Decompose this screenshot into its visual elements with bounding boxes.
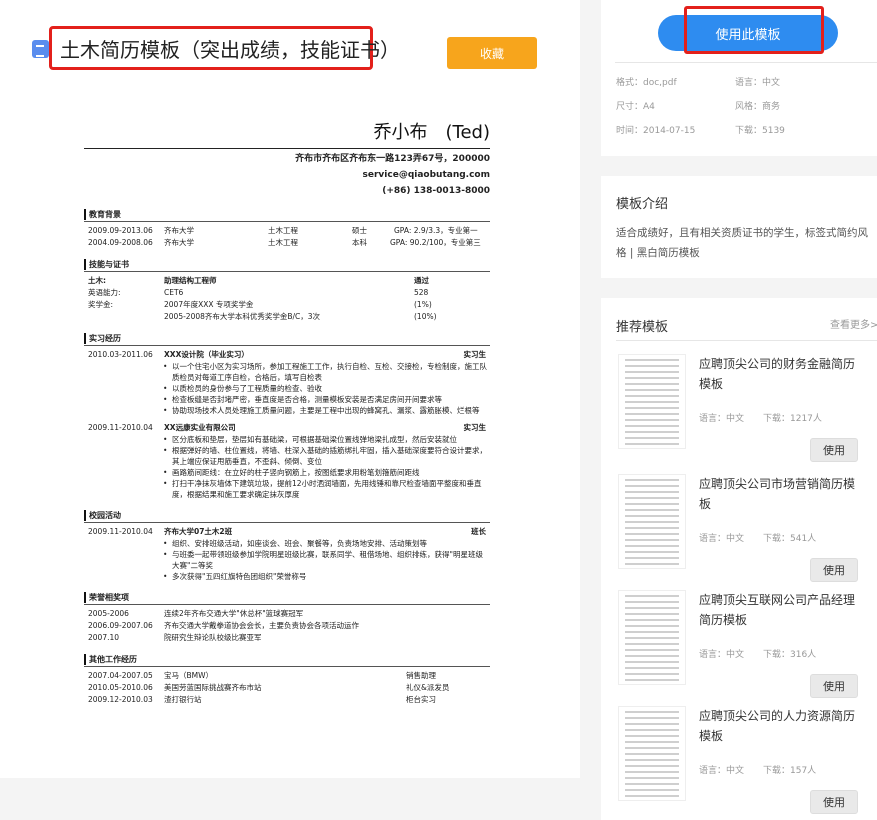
resume-preview: 乔小布 (Ted) 齐布市齐布区齐布东一路123弄67号，200000 serv… — [84, 118, 490, 706]
list-item: 画路筋间距线：在立好的柱子竖向钢筋上，按图纸要求用粉笔划箍筋间距线 — [163, 467, 490, 478]
template-info-card: 使用此模板 格式：doc,pdf 语言：中文 尺寸：A4 风格：商务 时间：20… — [601, 0, 877, 156]
template-thumbnail[interactable] — [618, 590, 686, 685]
recommend-item-title[interactable]: 应聘顶尖公司的人力资源简历模板 — [699, 706, 859, 746]
campus-section: 校园活动 2009.11-2010.04 齐布大学07土木2班 班长 组织、安排… — [84, 510, 490, 582]
recommend-item-language: 语言：中文 — [699, 766, 745, 776]
divider — [84, 148, 490, 149]
resume-address: 齐布市齐布区齐布东一路123弄67号，200000 — [295, 154, 490, 164]
recommend-item-downloads: 下载：316人 — [763, 650, 817, 660]
button-highlight-box — [684, 6, 824, 54]
list-item: 多次获得"五四红旗特色团组织"荣誉称号 — [163, 571, 490, 582]
table-row: 2005-2008齐布大学本科优秀奖学金B/C，3次 (10%) — [164, 312, 437, 321]
other-work-section: 其他工作经历 2007.04-2007.05 宝马（BMW） 销售助理 2010… — [84, 654, 490, 706]
list-item: 与班委一起带领班级参加学院明星班级比赛，联系同学、租借场地、组织排练，获得"明星… — [163, 549, 490, 571]
recommend-card: 推荐模板 查看更多> 应聘顶尖公司的财务金融简历模板 语言：中文 下载：1217… — [601, 298, 877, 820]
template-thumbnail[interactable] — [618, 706, 686, 801]
section-title: 荣誉相奖项 — [84, 592, 490, 603]
recommend-item-title[interactable]: 应聘顶尖公司的财务金融简历模板 — [699, 354, 859, 394]
table-row: 2005-2006 连续2年齐布交通大学"休总杯"篮球赛冠军 — [88, 609, 304, 618]
recommend-item-language: 语言：中文 — [699, 650, 745, 660]
resume-phone: (+86) 138-0013-8000 — [382, 186, 490, 196]
table-row: 2007.04-2007.05 宝马（BMW） 销售助理 — [88, 671, 436, 680]
table-row: 英语能力: CET6 528 — [88, 288, 429, 297]
section-title: 实习经历 — [84, 333, 490, 344]
job-header: 2009.11-2010.04 XX远康实业有限公司 实习生 — [88, 423, 486, 432]
recommend-item[interactable]: 应聘顶尖公司的财务金融简历模板 语言：中文 下载：1217人 使用 — [601, 354, 877, 464]
divider — [84, 522, 490, 523]
resume-name: 乔小布 (Ted) — [373, 122, 490, 143]
meta-time: 时间：2014-07-15 — [616, 126, 696, 136]
job-header: 2010.03-2011.06 XXX设计院（毕业实习） 实习生 — [88, 350, 486, 359]
template-preview-panel: 土木简历模板（突出成绩，技能证书） 收藏 乔小布 (Ted) 齐布市齐布区齐布东… — [0, 0, 580, 778]
list-item: 以质检员的身份参与了工程质量的检查、验收 — [163, 383, 490, 394]
list-item: 根据弹好的墙、柱位置线，将墙、柱深入基础的插筋绑扎牢固，插入基础深度要符合设计要… — [163, 445, 490, 467]
list-item: 区分底板和垫层，垫层如有基础梁，可根据基础梁位置线弹地梁扎成型，然后安装就位 — [163, 434, 490, 445]
divider — [84, 604, 490, 605]
table-row: 2006.09-2007.06 齐布交通大学戴拳道协会会长，主要负责协会各项活动… — [88, 621, 359, 630]
use-button[interactable]: 使用 — [810, 790, 858, 814]
intro-title: 模板介绍 — [616, 197, 669, 212]
divider — [84, 345, 490, 346]
awards-section: 荣誉相奖项 2005-2006 连续2年齐布交通大学"休总杯"篮球赛冠军 200… — [84, 592, 490, 644]
recommend-item-downloads: 下载：541人 — [763, 534, 817, 544]
section-title: 技能与证书 — [84, 259, 490, 270]
table-row: 土木: 助理结构工程师 通过 — [88, 276, 429, 285]
divider — [615, 62, 877, 63]
job-header: 2009.11-2010.04 齐布大学07土木2班 班长 — [88, 527, 486, 536]
use-button[interactable]: 使用 — [810, 558, 858, 582]
use-button[interactable]: 使用 — [810, 438, 858, 462]
table-row: 2007.10 院研究生辩论队校级比赛亚军 — [88, 633, 262, 642]
use-button[interactable]: 使用 — [810, 674, 858, 698]
view-more-link[interactable]: 查看更多> — [830, 316, 877, 331]
table-row: 2009.09-2013.06 齐布大学 土木工程 硕士 GPA: 2.9/3.… — [88, 226, 478, 235]
divider — [84, 666, 490, 667]
section-title: 教育背景 — [84, 209, 490, 220]
table-row: 2004.09-2008.06 齐布大学 土木工程 本科 GPA: 90.2/1… — [88, 238, 481, 247]
recommend-item-title[interactable]: 应聘顶尖公司市场营销简历模板 — [699, 474, 859, 514]
list-item: 以一个住宅小区为实习场所，参加工程施工工作，执行自检、互检、交接检，专检制度，施… — [163, 361, 490, 383]
recommend-item[interactable]: 应聘顶尖互联网公司产品经理简历模板 语言：中文 下载：316人 使用 — [601, 590, 877, 700]
meta-language: 语言：中文 — [735, 78, 781, 88]
template-thumbnail[interactable] — [618, 474, 686, 569]
table-row: 奖学金: 2007年度XXX 专项奖学金 (1%) — [88, 300, 432, 309]
page: 土木简历模板（突出成绩，技能证书） 收藏 乔小布 (Ted) 齐布市齐布区齐布东… — [0, 0, 877, 820]
intro-text: 适合成绩好，且有相关资质证书的学生，标签式简约风格 | 黑白简历模板 — [616, 227, 868, 259]
recommend-item-downloads: 下载：157人 — [763, 766, 817, 776]
meta-size: 尺寸：A4 — [616, 102, 655, 112]
recommend-item-downloads: 下载：1217人 — [763, 414, 822, 424]
page-title: 土木简历模板（突出成绩，技能证书） — [60, 38, 400, 62]
education-section: 教育背景 2009.09-2013.06 齐布大学 土木工程 硕士 GPA: 2… — [84, 209, 490, 249]
meta-downloads: 下载：5139 — [735, 126, 785, 136]
list-item: 检查板缝是否封堵严密，垂直度是否合格，测量模板安装是否满足房间开间要求等 — [163, 394, 490, 405]
resume-email: service@qiaobutang.com — [362, 170, 490, 180]
internship-section: 实习经历 2010.03-2011.06 XXX设计院（毕业实习） 实习生 以一… — [84, 333, 490, 500]
recommend-title: 推荐模板 — [616, 320, 669, 335]
template-thumbnail[interactable] — [618, 354, 686, 449]
list-item: 组织、安排班级活动，如座谈会、班会、聚餐等，负责场地安排、活动策划等 — [163, 538, 490, 549]
section-title: 校园活动 — [84, 510, 490, 521]
table-row: 2009.12-2010.03 渣打银行站 柜台实习 — [88, 695, 436, 704]
template-intro-card: 模板介绍 适合成绩好，且有相关资质证书的学生，标签式简约风格 | 黑白简历模板 — [601, 176, 877, 278]
recommend-item[interactable]: 应聘顶尖公司的人力资源简历模板 语言：中文 下载：157人 使用 — [601, 706, 877, 816]
favorite-button[interactable]: 收藏 — [447, 37, 537, 69]
section-title: 其他工作经历 — [84, 654, 490, 665]
recommend-item-language: 语言：中文 — [699, 534, 745, 544]
divider — [84, 221, 490, 222]
skills-section: 技能与证书 土木: 助理结构工程师 通过 英语能力: CET6 528 奖学金:… — [84, 259, 490, 323]
divider — [84, 271, 490, 272]
list-item: 协助现场技术人员处理施工质量问题，主要是工程中出现的蜂窝孔、漏浆、露筋胀模、烂根… — [163, 405, 490, 416]
meta-format: 格式：doc,pdf — [616, 78, 677, 88]
list-item: 打扫干净抹灰墙体下建筑垃圾，提前12小时洒润墙面，先用线锤和靠尺检查墙面平整度和… — [163, 478, 490, 500]
document-icon — [32, 40, 49, 58]
recommend-item-title[interactable]: 应聘顶尖互联网公司产品经理简历模板 — [699, 590, 859, 630]
recommend-item[interactable]: 应聘顶尖公司市场营销简历模板 语言：中文 下载：541人 使用 — [601, 474, 877, 584]
table-row: 2010.05-2010.06 美国劳蓝国际挑战赛齐布市站 礼仪&派发员 — [88, 683, 450, 692]
recommend-item-language: 语言：中文 — [699, 414, 745, 424]
divider — [616, 340, 877, 341]
meta-style: 风格：商务 — [735, 102, 781, 112]
